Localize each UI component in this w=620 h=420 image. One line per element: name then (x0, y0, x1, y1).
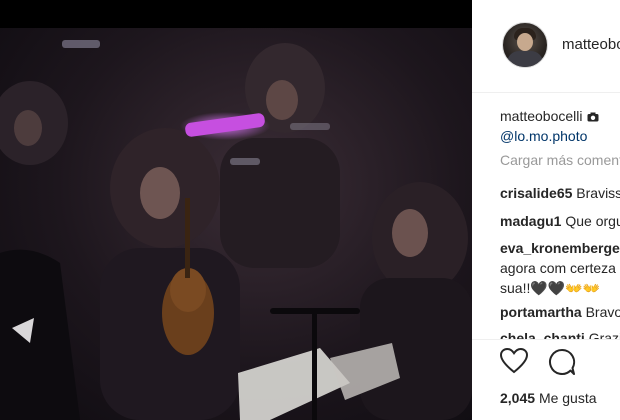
likes-count[interactable]: 2,045 Me gusta (500, 390, 597, 406)
comment-item: madagu1 Que orgullo (500, 211, 620, 231)
comment-icon[interactable] (548, 348, 576, 381)
avatar[interactable] (502, 22, 548, 68)
comment-username-link[interactable]: portamartha (500, 304, 582, 320)
comment-username-link[interactable]: crisalide65 (500, 185, 572, 201)
comment-username-link[interactable]: madagu1 (500, 213, 561, 229)
post-side-panel: matteobocelli matteobocelli @lo.mo.photo… (472, 0, 620, 420)
top-black-bar (0, 0, 472, 28)
comment-item: portamartha Bravo (500, 302, 620, 322)
caption: matteobocelli @lo.mo.photo (500, 106, 620, 146)
post-header: matteobocelli (472, 0, 620, 92)
camera-icon (587, 107, 599, 127)
post-photo (0, 28, 472, 420)
header-divider (472, 92, 620, 93)
comment-text: agora com certeza (500, 260, 616, 276)
caption-username-link[interactable]: matteobocelli (500, 108, 583, 124)
comment-text: sua!!🖤🖤👐👐 (500, 280, 601, 296)
comment-item: crisalide65 Bravissimo (500, 183, 620, 203)
comment-item: eva_kronemberger agora com certeza sua!!… (500, 238, 620, 298)
caption-mention-link[interactable]: @lo.mo.photo (500, 128, 587, 144)
comment-text: Bravissimo (576, 185, 620, 201)
header-username-link[interactable]: matteobocelli (562, 36, 620, 53)
actions-area (472, 340, 620, 420)
comment-text: Que orgullo (565, 213, 620, 229)
load-more-comments-link[interactable]: Cargar más comentarios (500, 152, 620, 168)
comment-text: Bravo (585, 304, 620, 320)
heart-icon[interactable] (499, 347, 529, 379)
comment-username-link[interactable]: eva_kronemberger (500, 240, 620, 256)
